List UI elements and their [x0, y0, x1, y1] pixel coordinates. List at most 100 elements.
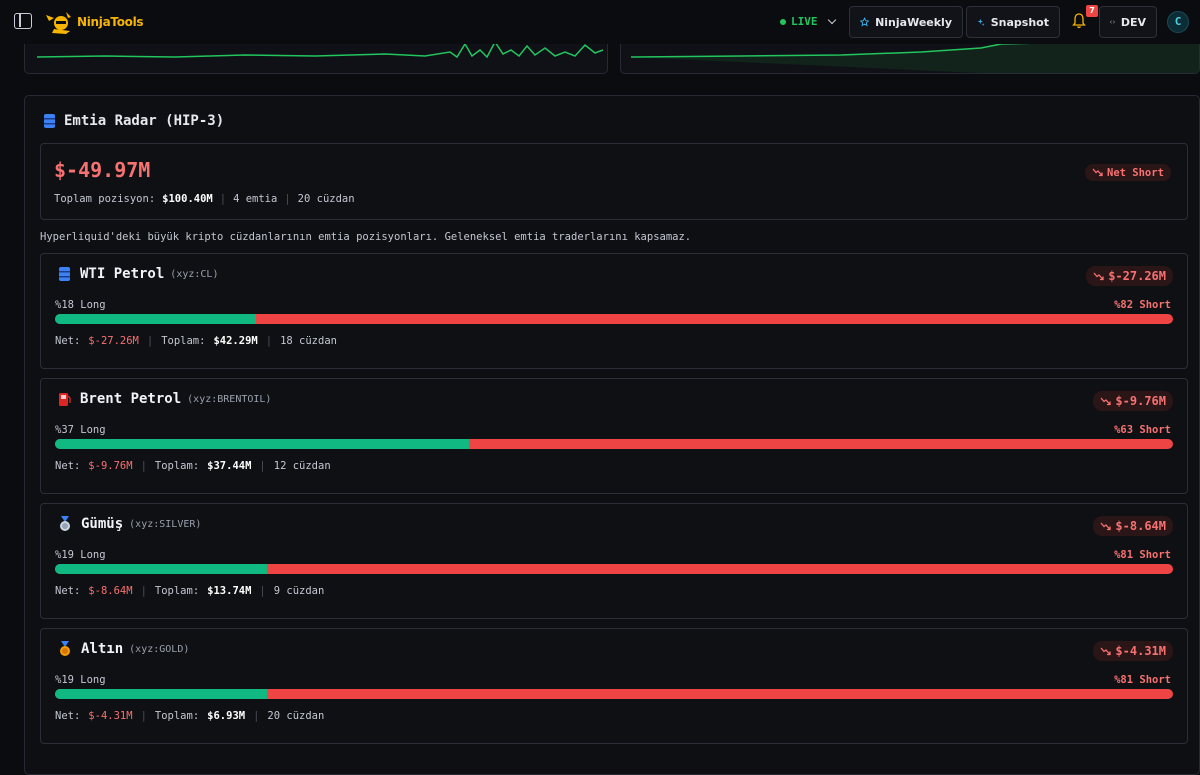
net-direction-badge: Net Short [1085, 164, 1171, 181]
net-badge: $-8.64M [1093, 516, 1173, 536]
trending-down-icon [1092, 168, 1103, 177]
commodity-stats: Net: $-8.64M | Toplam: $13.74M | 9 cüzda… [55, 585, 324, 597]
net-direction-label: Net Short [1107, 166, 1164, 179]
bell-icon[interactable] [1072, 13, 1086, 29]
net-label: Net: [55, 585, 81, 597]
total-value: $6.93M [207, 710, 246, 722]
net-label: Net: [55, 460, 81, 472]
wallet-count: 12 cüzdan [273, 460, 331, 472]
wallet-count: 18 cüzdan [280, 335, 337, 347]
commodity-card-gold[interactable]: Altın (xyz:GOLD) $-4.31M %19 Long %81 Sh… [40, 628, 1188, 744]
live-dot-icon [780, 18, 786, 25]
long-short-bar [55, 564, 1173, 574]
commodity-symbol: (xyz:GOLD) [129, 643, 190, 655]
notification-badge: 7 [1086, 5, 1098, 17]
brand-logo[interactable]: NinjaTools [44, 9, 144, 35]
oil-barrel-icon [59, 267, 70, 281]
commodity-stats: Net: $-27.26M | Toplam: $42.29M | 18 cüz… [55, 335, 337, 347]
total-position-label: Toplam pozisyon: [54, 193, 156, 205]
commodity-name: Altın [81, 641, 124, 657]
ninja-weekly-button[interactable]: NinjaWeekly [849, 6, 963, 38]
commodity-card-brent[interactable]: Brent Petrol (xyz:BRENTOIL) $-9.76M %37 … [40, 378, 1188, 494]
dev-button[interactable]: DEV [1099, 6, 1157, 38]
long-percent-label: %18 Long [55, 299, 106, 311]
short-percent-label: %82 Short [1114, 299, 1171, 311]
panel-title-text: Emtia Radar (HIP-3) [64, 113, 225, 129]
top-bar: NinjaTools LIVE NinjaWeekly Snapshot 7 D… [0, 0, 1200, 44]
long-bar-fill [55, 564, 268, 574]
long-bar-fill [55, 439, 469, 449]
divider: | [253, 710, 260, 722]
user-avatar[interactable]: C [1167, 11, 1189, 33]
commodity-name: Brent Petrol [80, 391, 182, 407]
brand-name: NinjaTools [77, 15, 144, 29]
commodity-header: WTI Petrol (xyz:CL) [58, 266, 218, 282]
net-value: $-4.31M [88, 710, 133, 722]
wallet-count: 20 cüzdan [297, 193, 355, 205]
snapshot-label: Snapshot [990, 15, 1049, 29]
total-value: $37.44M [207, 460, 252, 472]
long-bar-fill [55, 314, 257, 324]
commodity-stats: Net: $-4.31M | Toplam: $6.93M | 20 cüzda… [55, 710, 324, 722]
commodity-name: WTI Petrol [80, 266, 165, 282]
net-badge: $-27.26M [1086, 266, 1173, 286]
trending-down-icon [1093, 272, 1104, 280]
long-percent-label: %19 Long [55, 549, 106, 561]
total-label: Toplam: [154, 460, 200, 472]
live-status-dropdown[interactable]: LIVE [780, 15, 836, 28]
commodity-card-wti[interactable]: WTI Petrol (xyz:CL) $-27.26M %18 Long %8… [40, 253, 1188, 369]
commodity-symbol: (xyz:CL) [170, 268, 219, 280]
total-value: $13.74M [207, 585, 252, 597]
net-label: Net: [55, 335, 81, 347]
commodity-stats: Net: $-9.76M | Toplam: $37.44M | 12 cüzd… [55, 460, 331, 472]
long-short-bar [55, 439, 1173, 449]
long-short-bar [55, 314, 1173, 324]
divider: | [140, 710, 147, 722]
short-percent-label: %81 Short [1114, 549, 1171, 561]
total-value: $42.29M [213, 335, 258, 347]
silver-medal-icon [60, 516, 70, 531]
divider: | [140, 585, 147, 597]
trending-down-icon [1100, 647, 1112, 655]
commodity-name: Gümüş [81, 516, 124, 532]
trending-down-icon [1100, 397, 1112, 405]
panel-title: Emtia Radar (HIP-3) [43, 113, 224, 129]
trending-down-icon [1100, 522, 1112, 530]
fuel-pump-icon [59, 393, 71, 406]
net-badge-value: $-4.31M [1115, 644, 1166, 658]
commodity-header: Brent Petrol (xyz:BRENTOIL) [58, 391, 271, 407]
code-icon [1110, 20, 1115, 24]
wallet-count: 20 cüzdan [267, 710, 325, 722]
total-label: Toplam: [154, 710, 200, 722]
commodity-symbol: (xyz:BRENTOIL) [187, 393, 272, 405]
commodity-count: 4 emtia [233, 193, 278, 205]
star-icon [860, 17, 870, 27]
net-badge-value: $-9.76M [1115, 394, 1166, 408]
divider: | [259, 585, 266, 597]
gold-medal-icon [60, 641, 70, 656]
divider: | [259, 460, 266, 472]
long-percent-label: %19 Long [55, 674, 106, 686]
net-badge-value: $-27.26M [1108, 269, 1166, 283]
sidebar-toggle-icon[interactable] [14, 13, 32, 29]
dev-label: DEV [1120, 15, 1146, 29]
wallet-count: 9 cüzdan [273, 585, 325, 597]
commodity-header: Altın (xyz:GOLD) [58, 641, 189, 657]
net-label: Net: [55, 710, 81, 722]
snapshot-button[interactable]: Snapshot [966, 6, 1060, 38]
live-label: LIVE [791, 15, 818, 28]
commodity-header: Gümüş (xyz:SILVER) [58, 516, 201, 532]
net-badge: $-9.76M [1093, 391, 1173, 411]
commodity-card-silver[interactable]: Gümüş (xyz:SILVER) $-8.64M %19 Long %81 … [40, 503, 1188, 619]
net-summary-card [40, 143, 1188, 220]
short-percent-label: %63 Short [1114, 424, 1171, 436]
chevron-down-icon [827, 15, 836, 24]
net-value: $-8.64M [88, 585, 133, 597]
net-badge-value: $-8.64M [1115, 519, 1166, 533]
net-position-value: $-49.97M [54, 158, 151, 182]
commodity-symbol: (xyz:SILVER) [129, 518, 202, 530]
panel-description: Hyperliquid'deki büyük kripto cüzdanları… [40, 231, 692, 243]
divider: | [284, 193, 291, 205]
divider: | [140, 460, 147, 472]
ninja-logo-icon [46, 12, 71, 34]
